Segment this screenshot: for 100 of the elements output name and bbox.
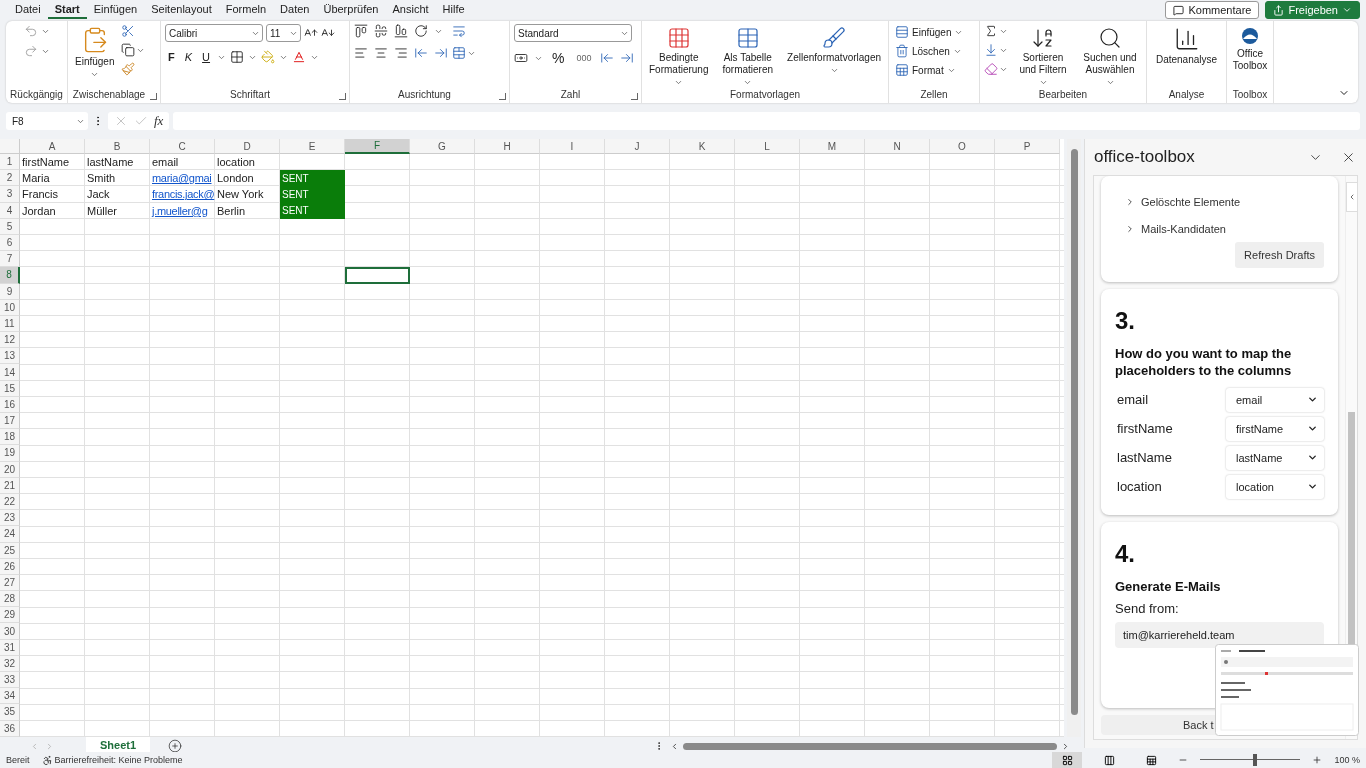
row-header[interactable]: 7 xyxy=(0,251,20,268)
zoom-thumb[interactable] xyxy=(1253,754,1258,766)
column-header[interactable]: H xyxy=(475,139,540,154)
borders-icon[interactable] xyxy=(230,50,245,64)
style-button[interactable]: Als Tabelle formatieren xyxy=(715,24,781,89)
edit-button[interactable]: Suchen und Auswählen xyxy=(1078,24,1142,89)
column-header[interactable]: O xyxy=(930,139,995,154)
align-bottom-icon[interactable] xyxy=(394,24,408,38)
number-format-field[interactable]: Standard xyxy=(514,24,632,42)
redo-icon[interactable] xyxy=(23,44,38,58)
decrease-decimal-icon[interactable] xyxy=(620,51,635,65)
toolbox-button[interactable]: Office Toolbox xyxy=(1229,24,1271,74)
decrease-indent-icon[interactable] xyxy=(414,46,428,60)
active-cell[interactable] xyxy=(345,267,410,284)
menu-tab[interactable]: Hilfe xyxy=(435,1,472,19)
column-header[interactable]: D xyxy=(215,139,280,154)
normal-view-button[interactable] xyxy=(1052,752,1083,768)
thousands-button[interactable]: 000 xyxy=(573,53,595,63)
expander-icon[interactable] xyxy=(1125,223,1135,234)
column-header[interactable]: I xyxy=(540,139,605,154)
row-header[interactable]: 35 xyxy=(0,704,20,721)
wrap-text-icon[interactable] xyxy=(452,24,466,38)
cells-button[interactable]: Format xyxy=(893,62,958,78)
column-header[interactable]: F xyxy=(345,139,410,154)
row-header[interactable]: 1 xyxy=(0,154,20,171)
scissors-icon[interactable] xyxy=(121,24,136,38)
caret-icon[interactable] xyxy=(1038,78,1048,87)
paintbrush-icon[interactable] xyxy=(121,62,136,76)
column-header[interactable]: K xyxy=(670,139,735,154)
expander-icon[interactable] xyxy=(1125,196,1135,207)
menu-tab[interactable]: Überprüfen xyxy=(316,1,386,19)
column-header[interactable]: M xyxy=(800,139,865,154)
data-analysis-button[interactable]: Datenanalyse xyxy=(1152,24,1221,68)
column-header[interactable]: J xyxy=(605,139,670,154)
align-middle-icon[interactable] xyxy=(374,24,388,38)
horizontal-scrollbar[interactable] xyxy=(670,740,1070,753)
cancel-icon[interactable] xyxy=(114,114,128,128)
percent-button[interactable]: % xyxy=(549,50,568,66)
fill-color-icon[interactable] xyxy=(261,50,276,64)
row-header[interactable]: 12 xyxy=(0,332,20,349)
email-link[interactable]: francis.jack@ xyxy=(150,186,215,203)
copy-icon[interactable] xyxy=(121,43,136,57)
dialog-launcher-icon[interactable] xyxy=(150,93,157,100)
fill-icon[interactable] xyxy=(984,43,998,57)
folder-item[interactable]: Gelöschte Elemente xyxy=(1115,188,1324,215)
underline-button[interactable]: U xyxy=(199,51,214,63)
column-header[interactable]: G xyxy=(410,139,475,154)
email-link[interactable]: maria@gmai xyxy=(150,170,215,187)
undo-icon[interactable] xyxy=(23,24,38,38)
increase-indent-icon[interactable] xyxy=(434,46,448,60)
row-header[interactable]: 33 xyxy=(0,672,20,689)
cells-button[interactable]: Löschen xyxy=(893,43,964,59)
row-header[interactable]: 8 xyxy=(0,267,20,284)
menu-tab[interactable]: Datei xyxy=(8,1,48,19)
menu-tab[interactable]: Einfügen xyxy=(86,1,145,19)
menu-tab[interactable]: Daten xyxy=(273,1,317,19)
row-header[interactable]: 29 xyxy=(0,607,20,624)
menu-tab[interactable]: Ansicht xyxy=(385,1,436,19)
scroll-right-icon[interactable] xyxy=(1061,741,1070,751)
refresh-button[interactable]: Refresh Drafts xyxy=(1235,242,1324,268)
vertical-scrollbar[interactable] xyxy=(1067,139,1081,737)
row-header[interactable]: 23 xyxy=(0,510,20,527)
italic-button[interactable]: K xyxy=(181,51,196,63)
zoom-in-icon[interactable] xyxy=(1312,755,1323,765)
comments-button[interactable]: Kommentare xyxy=(1165,1,1260,19)
share-button[interactable]: Freigeben xyxy=(1265,1,1360,19)
align-right-icon[interactable] xyxy=(394,46,408,60)
menu-tab[interactable]: Start xyxy=(47,1,87,19)
column-header[interactable]: A xyxy=(20,139,85,154)
row-header[interactable]: 3 xyxy=(0,186,20,203)
sum-icon[interactable] xyxy=(984,24,998,38)
row-header[interactable]: 14 xyxy=(0,364,20,381)
row-header[interactable]: 34 xyxy=(0,688,20,705)
email-link[interactable]: j.mueller@g xyxy=(150,202,215,219)
caret-icon[interactable] xyxy=(674,78,684,87)
font-size-field[interactable]: 11 xyxy=(266,24,301,42)
align-top-icon[interactable] xyxy=(354,24,368,38)
align-left-icon[interactable] xyxy=(354,46,368,60)
align-center-icon[interactable] xyxy=(374,46,388,60)
caret-icon[interactable] xyxy=(743,78,753,87)
row-header[interactable]: 24 xyxy=(0,526,20,543)
edit-button[interactable]: Sortieren und Filtern xyxy=(1012,24,1074,89)
merge-icon[interactable] xyxy=(452,46,466,60)
column-header[interactable]: N xyxy=(865,139,930,154)
style-button[interactable]: Bedingte Formatierung xyxy=(646,24,712,89)
row-header[interactable]: 19 xyxy=(0,445,20,462)
column-select[interactable]: location xyxy=(1226,474,1324,499)
currency-icon[interactable] xyxy=(514,51,528,65)
paste-button[interactable]: Einfügen xyxy=(72,24,118,81)
scroll-left-icon[interactable] xyxy=(670,741,679,751)
caret-icon[interactable] xyxy=(90,70,100,79)
row-header[interactable]: 18 xyxy=(0,429,20,446)
column-select[interactable]: email xyxy=(1226,387,1324,412)
column-header[interactable]: E xyxy=(280,139,345,154)
caret-icon[interactable] xyxy=(829,66,839,75)
bold-button[interactable]: F xyxy=(165,51,178,63)
font-field[interactable]: Calibri xyxy=(165,24,263,42)
row-header[interactable]: 30 xyxy=(0,623,20,640)
column-select[interactable]: firstName xyxy=(1226,416,1324,441)
caret-icon[interactable] xyxy=(1105,78,1115,87)
